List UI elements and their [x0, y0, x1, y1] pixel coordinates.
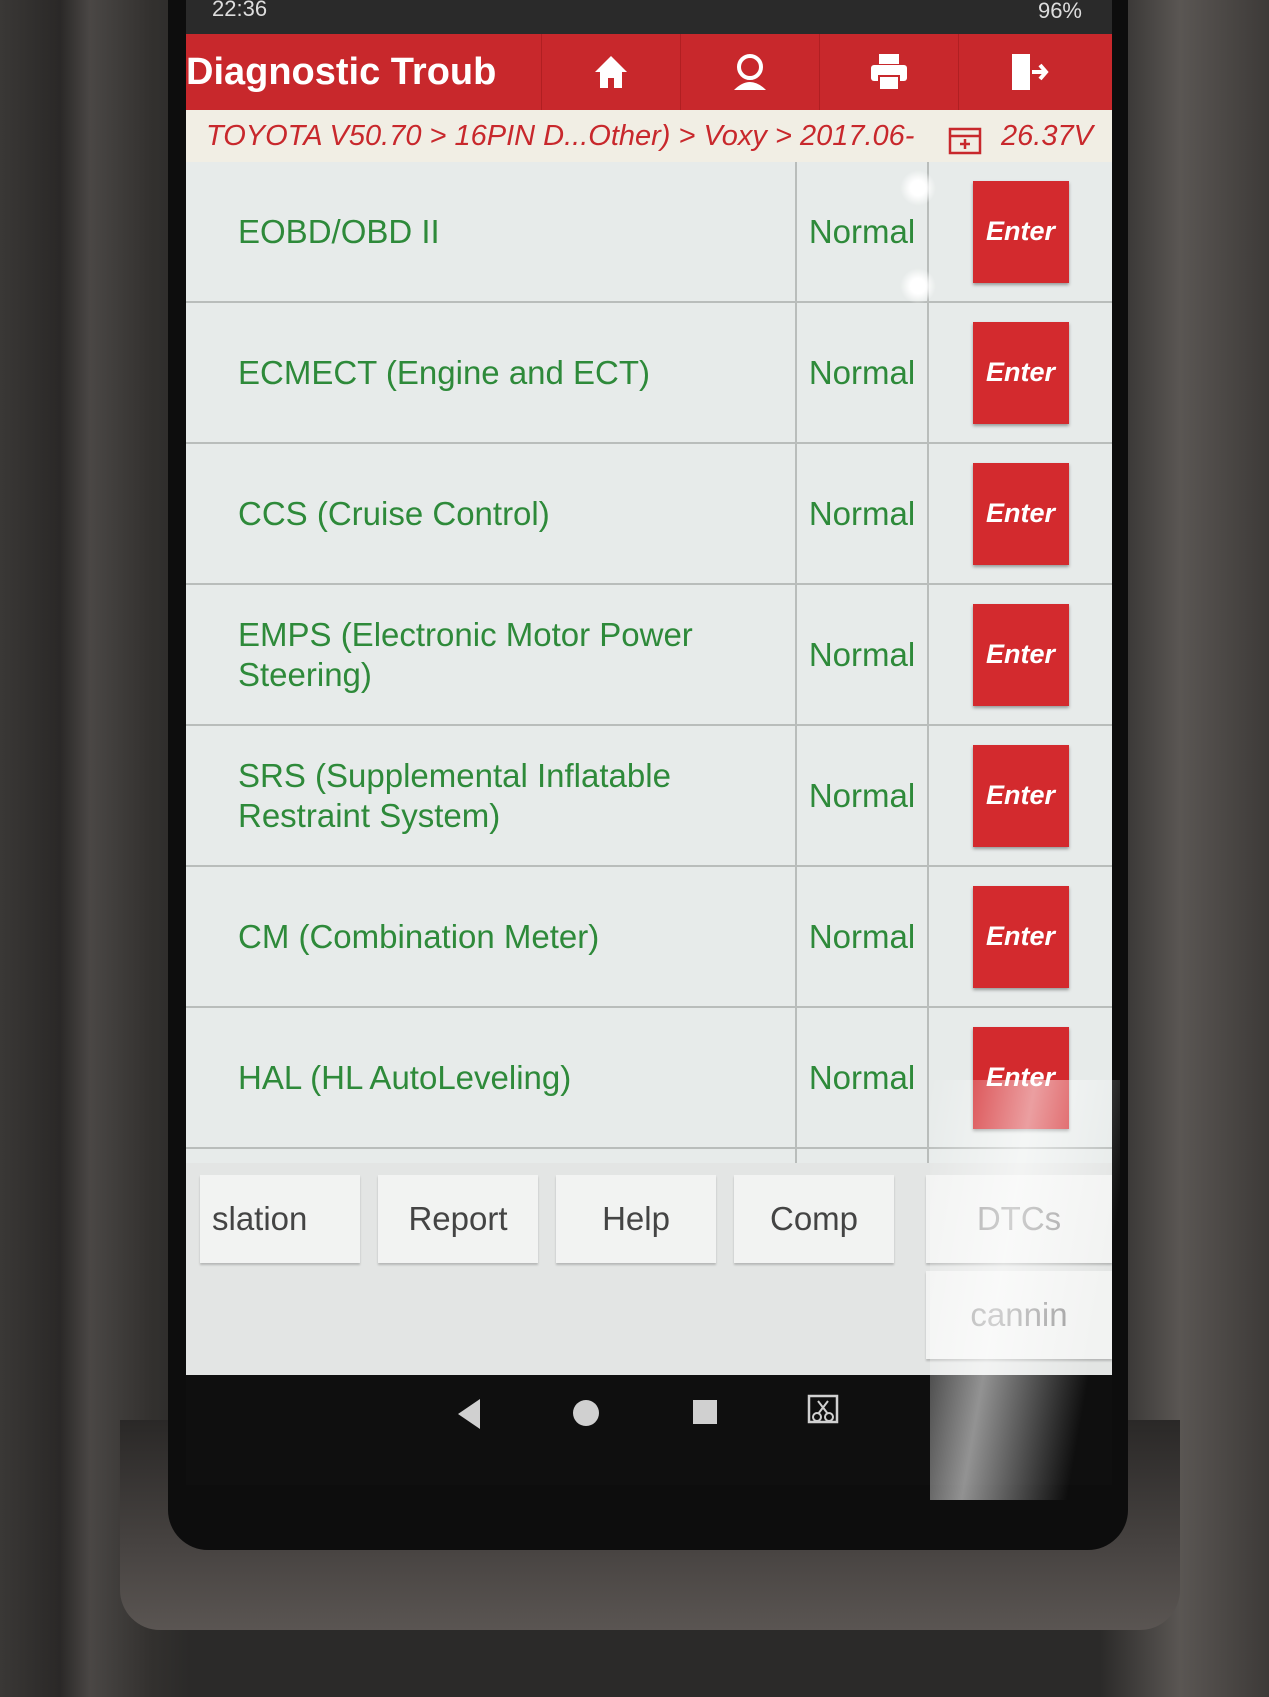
system-row: CCS (Cruise Control) Normal Enter	[186, 444, 1112, 585]
support-button[interactable]	[680, 34, 819, 110]
enter-button[interactable]: Enter	[972, 462, 1069, 565]
home-button[interactable]	[541, 34, 680, 110]
system-row: CM (Combination Meter) Normal Enter	[186, 867, 1112, 1008]
print-icon	[871, 54, 907, 91]
system-row: SRS (Supplemental Inflatable Restraint S…	[186, 726, 1112, 867]
system-status: Normal	[797, 1008, 929, 1147]
breadcrumb-path: TOYOTA V50.70 > 16PIN D...Other) > Voxy …	[206, 120, 915, 152]
help-button[interactable]: Help	[556, 1175, 716, 1263]
system-list: EOBD/OBD II Normal Enter ECMECT (Engine …	[186, 162, 1112, 1191]
android-nav-bar	[186, 1375, 1112, 1485]
system-name: SRS (Supplemental Inflatable Restraint S…	[186, 726, 797, 865]
clear-dtcs-button[interactable]: DTCs	[926, 1175, 1112, 1263]
title-bar: Diagnostic Troub	[186, 34, 1112, 110]
enter-button[interactable]: Enter	[972, 885, 1069, 988]
enter-button[interactable]: Enter	[972, 321, 1069, 424]
system-status: Normal	[797, 444, 929, 583]
system-name: CCS (Cruise Control)	[186, 444, 797, 583]
system-row: ECMECT (Engine and ECT) Normal Enter	[186, 303, 1112, 444]
home-nav-icon[interactable]	[570, 1397, 602, 1429]
system-name: ECMECT (Engine and ECT)	[186, 303, 797, 442]
home-icon	[595, 56, 627, 88]
system-name: HAL (HL AutoLeveling)	[186, 1008, 797, 1147]
enter-button[interactable]: Enter	[972, 603, 1069, 706]
page-title: Diagnostic Troub	[186, 51, 497, 93]
scanning-button[interactable]: cannin	[926, 1271, 1112, 1359]
status-bar: 22:36 96%	[186, 0, 1112, 34]
system-status: Normal	[797, 867, 929, 1006]
light-reflection	[900, 268, 936, 304]
system-status: Normal	[797, 585, 929, 724]
system-name: EMPS (Electronic Motor Power Steering)	[186, 585, 797, 724]
enter-button[interactable]: Enter	[972, 180, 1069, 283]
exit-button[interactable]	[958, 34, 1097, 110]
support-icon	[734, 54, 766, 90]
screen: 22:36 96% Diagnostic Troub TOYOTA V50.70…	[186, 0, 1112, 1375]
battery-voltage: 26.37V	[1001, 120, 1093, 152]
status-time: 22:36	[212, 0, 268, 21]
report-button[interactable]: Report	[378, 1175, 538, 1263]
back-icon[interactable]	[454, 1397, 482, 1431]
screenshot-icon[interactable]	[806, 1393, 840, 1429]
system-row: HAL (HL AutoLeveling) Normal Enter	[186, 1008, 1112, 1149]
recents-icon[interactable]	[690, 1397, 720, 1427]
system-status: Normal	[797, 303, 929, 442]
print-button[interactable]	[819, 34, 958, 110]
compare-button[interactable]: Comp	[734, 1175, 894, 1263]
translation-button[interactable]: slation	[200, 1175, 360, 1263]
enter-button[interactable]: Enter	[972, 1026, 1069, 1129]
system-row: EOBD/OBD II Normal Enter	[186, 162, 1112, 303]
breadcrumb: TOYOTA V50.70 > 16PIN D...Other) > Voxy …	[186, 110, 1112, 162]
system-row: EMPS (Electronic Motor Power Steering) N…	[186, 585, 1112, 726]
system-status: Normal	[797, 726, 929, 865]
exit-icon	[1012, 54, 1049, 90]
battery-level: 96%	[1037, 0, 1082, 23]
bottom-toolbar: slation Report Help Comp DTCs cannin	[186, 1163, 1112, 1375]
system-name: CM (Combination Meter)	[186, 867, 797, 1006]
light-reflection	[900, 170, 936, 206]
system-name: EOBD/OBD II	[186, 162, 797, 301]
enter-button[interactable]: Enter	[972, 744, 1069, 847]
